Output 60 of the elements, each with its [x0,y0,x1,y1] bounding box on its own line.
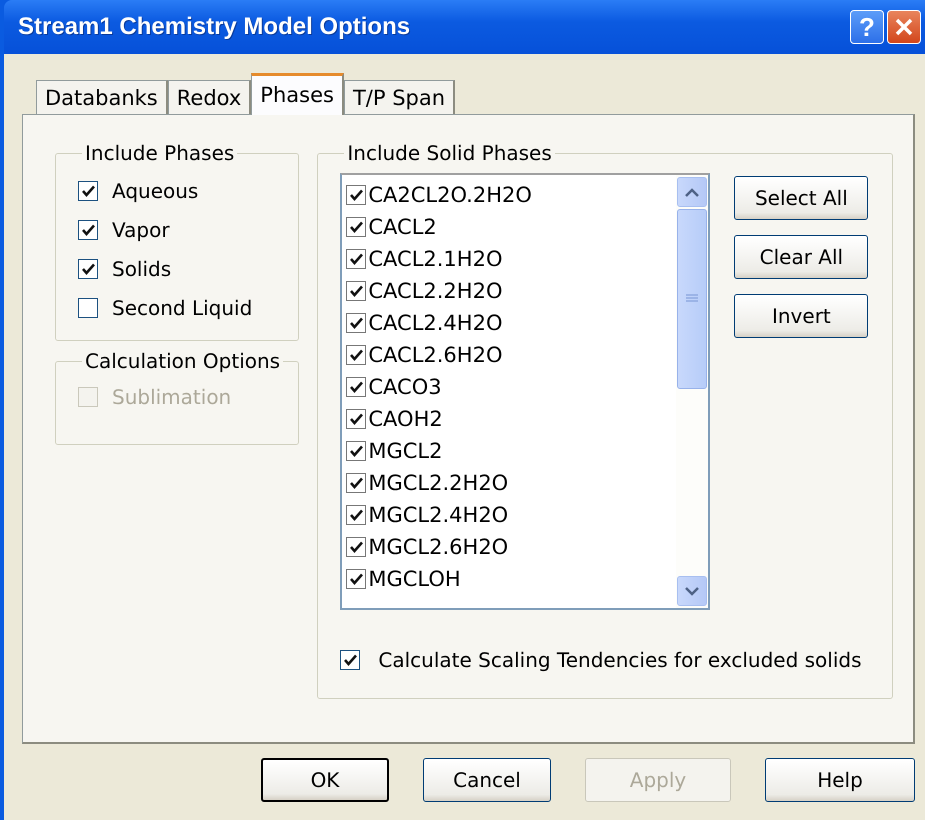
checkbox[interactable] [78,298,98,318]
checkbox[interactable] [346,441,366,461]
tab[interactable]: T/P Span [344,80,456,114]
list-item[interactable]: MGCL2 [368,439,442,463]
tab[interactable]: Databanks [36,80,168,114]
list-item[interactable]: CA2CL2O.2H2O [368,183,532,207]
list-item[interactable]: MGCL2.4H2O [368,503,508,527]
tab[interactable]: Redox [168,80,252,114]
checkbox[interactable] [346,217,366,237]
list-item[interactable]: MGCLOH [368,567,461,591]
checkbox[interactable] [78,258,98,278]
dialog-button[interactable]: Cancel [423,758,551,802]
list-item[interactable]: CAOH2 [368,407,443,431]
checkbox[interactable] [78,220,98,240]
list-item[interactable]: CACL2.6H2O [368,343,502,367]
checkbox[interactable] [346,377,366,397]
checkbox[interactable] [346,569,366,589]
window-title: Stream1 Chemistry Model Options [18,13,412,41]
dialog-button[interactable]: OK [261,758,389,802]
checkbox[interactable] [346,345,366,365]
scroll-up-button[interactable] [677,177,708,207]
list-item[interactable]: MGCL2.6H2O [368,535,508,559]
caret-down-icon [685,586,700,596]
list-item[interactable]: CACL2.2H2O [368,279,502,303]
checkbox[interactable] [346,409,366,429]
list-item[interactable]: MGCL2.2H2O [368,471,508,495]
group-title: Include Solid Phases [346,141,553,165]
list-item[interactable]: CACL2 [368,215,437,239]
close-icon [894,17,914,37]
checkbox-label: Vapor [112,218,170,242]
scrollbar[interactable] [676,175,708,608]
group-title: Include Phases [84,141,236,165]
checkbox[interactable] [78,180,98,200]
close-button[interactable] [887,10,921,44]
checkbox[interactable] [346,313,366,333]
list-action-button[interactable]: Select All [734,176,868,220]
checkbox[interactable] [346,185,366,205]
group-title: Calculation Options [84,349,282,373]
list-item[interactable]: CACL2.4H2O [368,311,502,335]
scroll-thumb[interactable] [677,209,708,389]
scroll-down-button[interactable] [677,576,708,606]
caret-up-icon [685,188,700,196]
checkbox[interactable] [340,650,360,670]
checkbox-label: Solids [112,256,172,280]
list-action-button[interactable]: Clear All [734,235,868,279]
dialog-button[interactable]: Help [765,758,915,802]
checkbox[interactable] [346,281,366,301]
checklist[interactable]: CA2CL2O.2H2O CACL2 CACL2.1H2O CACL2.2H2O CACL2.4H2O CACL2.6H2O CACO3 CAOH2 MGCL2 MGCL2.2H2O MGCL2.4H2O MGCL2.6H2O MGCLOH [340,173,710,610]
checkbox-label: Calculate Scaling Tendencies for excluded solids [378,648,862,672]
checkbox-label: Second Liquid [112,296,252,320]
checkbox[interactable] [346,537,366,557]
tab[interactable]: Phases [251,73,344,115]
list-item[interactable]: CACO3 [368,375,442,399]
checkbox[interactable] [346,473,366,493]
checkbox-label: Aqueous [112,178,198,202]
checkbox-label: Sublimation [112,384,232,408]
list-item[interactable]: CACL2.1H2O [368,247,502,271]
list-action-button[interactable]: Invert [734,294,868,338]
checkbox[interactable] [346,505,366,525]
checkbox[interactable] [346,249,366,269]
